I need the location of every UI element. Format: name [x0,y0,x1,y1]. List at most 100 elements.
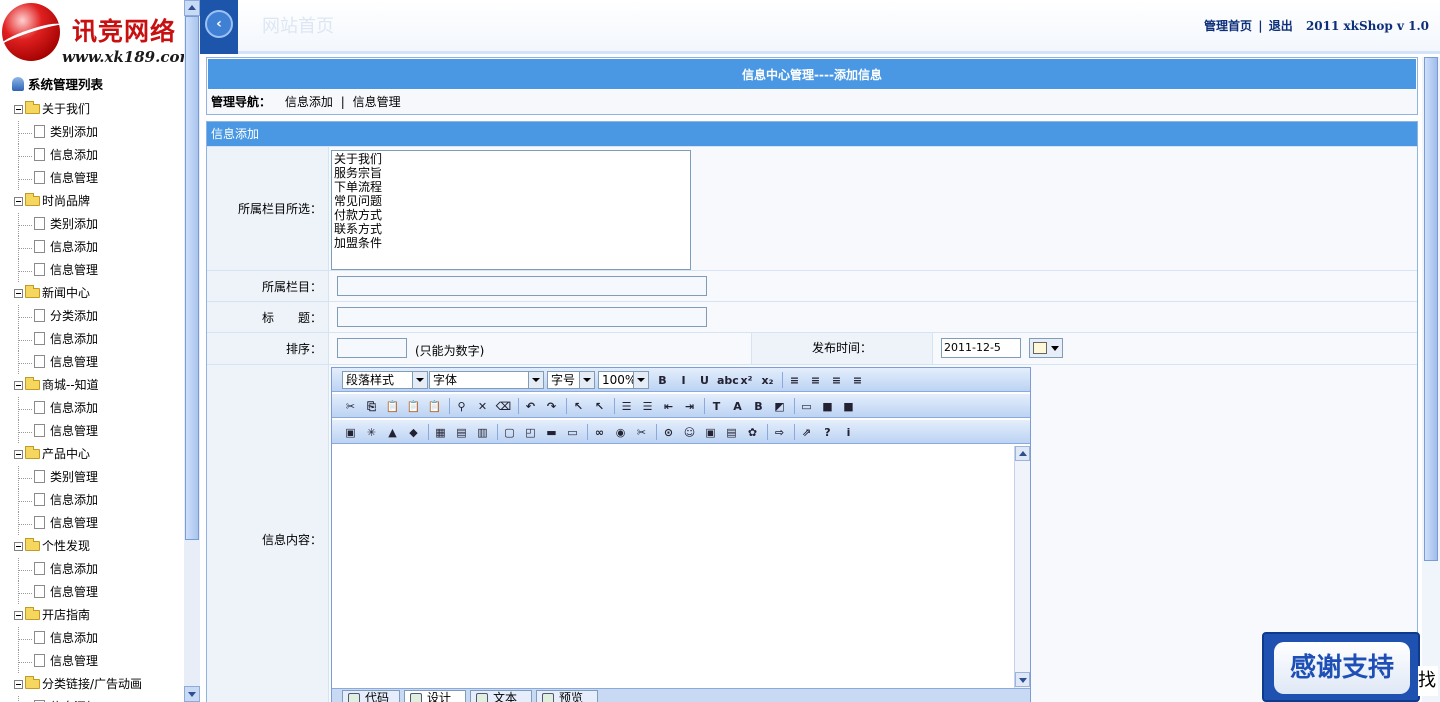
tree-item[interactable]: 信息管理 [0,650,184,673]
editor-tab[interactable]: 文本 [470,690,532,702]
left-scrollbar[interactable] [184,0,200,702]
category-option[interactable]: 下单流程 [334,180,688,194]
bold-color-icon[interactable]: B [750,398,767,415]
justify-icon[interactable]: ≡ [849,372,866,389]
main-scroll-thumb[interactable] [1424,57,1438,561]
editor-scrollbar[interactable] [1014,446,1030,688]
table-icon[interactable]: ▦ [432,424,449,441]
align-center-icon[interactable]: ≡ [807,372,824,389]
tree-item[interactable]: 信息添加 [0,328,184,351]
link-icon[interactable]: ∞ [591,424,608,441]
category-option[interactable]: 常见问题 [334,194,688,208]
outdent-icon[interactable]: ⇤ [660,398,677,415]
tree-folder[interactable]: 分类链接/广告动画 [0,673,184,696]
category-option[interactable]: 加盟条件 [334,236,688,250]
scroll-up-button[interactable] [184,0,200,16]
select-icon[interactable]: ↖ [570,398,587,415]
collapse-icon[interactable] [14,611,23,620]
undo-icon[interactable]: ↶ [522,398,539,415]
editor-tab[interactable]: 预览 [536,690,598,702]
upload-icon[interactable]: ◆ [405,424,422,441]
web-icon[interactable]: ◉ [612,424,629,441]
emoticon-icon[interactable]: ☺ [681,424,698,441]
align-right-icon[interactable]: ≡ [828,372,845,389]
collapse-icon[interactable] [14,381,23,390]
tree-item[interactable]: 信息添加 [0,696,184,702]
eraser-icon[interactable]: ⌫ [495,398,512,415]
frame-page-icon[interactable]: ◰ [522,424,539,441]
title-input[interactable] [337,307,707,327]
tree-item[interactable]: 信息管理 [0,420,184,443]
fill-orange-icon[interactable]: ■ [840,398,857,415]
cut-icon[interactable]: ✂ [342,398,359,415]
font-size-select[interactable]: 字号 [547,371,595,389]
background-color-icon[interactable]: A [729,398,746,415]
page-break-icon[interactable]: ⇨ [771,424,788,441]
collapse-icon[interactable] [14,197,23,206]
table-cell-icon[interactable]: ▥ [474,424,491,441]
tree-item[interactable]: 信息管理 [0,259,184,282]
tree-folder[interactable]: 个性发现 [0,535,184,558]
paste-text-icon[interactable]: 📋 [405,398,422,415]
collapse-icon[interactable] [14,105,23,114]
tree-item[interactable]: 信息添加 [0,627,184,650]
tree-item[interactable]: 信息管理 [0,581,184,604]
strikethrough-icon[interactable]: abc [717,372,739,389]
underline-icon[interactable]: U [696,372,713,389]
unordered-list-icon[interactable]: ☰ [639,398,656,415]
italic-icon[interactable]: I [675,372,692,389]
logout-link[interactable]: 退出 [1269,19,1293,33]
main-scrollbar[interactable] [1422,57,1440,702]
subscript-icon[interactable]: x₂ [759,372,776,389]
collapse-icon[interactable] [14,680,23,689]
collapse-icon[interactable] [14,450,23,459]
tree-folder[interactable]: 商城--知道 [0,374,184,397]
site-home-link[interactable]: 网站首页 [262,12,334,38]
excel-icon[interactable]: ▣ [702,424,719,441]
align-left-icon[interactable]: ≡ [786,372,803,389]
editor-scroll-up[interactable] [1015,446,1030,461]
delete-icon[interactable]: ✕ [474,398,491,415]
category-option[interactable]: 付款方式 [334,208,688,222]
paragraph-style-select[interactable]: 段落样式 [342,371,428,389]
zoom-select[interactable]: 100% [598,371,649,389]
image-icon[interactable]: ▣ [342,424,359,441]
collapse-icon[interactable] [14,289,23,298]
symbol-icon[interactable]: ▤ [723,424,740,441]
media-icon[interactable]: ▲ [384,424,401,441]
tree-item[interactable]: 分类添加 [0,305,184,328]
table-row-icon[interactable]: ▤ [453,424,470,441]
collapse-menu-button[interactable]: ‹ [200,0,238,54]
highlight-icon[interactable]: ◩ [771,398,788,415]
admin-home-link[interactable]: 管理首页 [1204,19,1252,33]
tree-item[interactable]: 类别添加 [0,213,184,236]
tree-item[interactable]: 信息添加 [0,236,184,259]
tree-folder[interactable]: 关于我们 [0,98,184,121]
editor-scroll-down[interactable] [1015,672,1030,687]
editor-tab[interactable]: 设计 [404,690,466,702]
font-select[interactable]: 字体 [429,371,544,389]
category-option[interactable]: 联系方式 [334,222,688,236]
fill-yellow-icon[interactable]: ■ [819,398,836,415]
unlink-icon[interactable]: ✂ [633,424,650,441]
sort-input[interactable] [337,338,407,358]
indent-icon[interactable]: ⇥ [681,398,698,415]
find-icon[interactable]: ⚲ [453,398,470,415]
redo-icon[interactable]: ↷ [543,398,560,415]
tree-item[interactable]: 信息添加 [0,489,184,512]
tree-item[interactable]: 信息添加 [0,397,184,420]
tree-item[interactable]: 信息添加 [0,144,184,167]
frame-icon[interactable]: ▭ [798,398,815,415]
tree-item[interactable]: 信息管理 [0,512,184,535]
category-listbox[interactable]: 关于我们 服务宗旨 下单流程 常见问题 付款方式 联系方式 加盟条件 [331,150,691,270]
publish-date-input[interactable]: 2011-12-5 [941,338,1021,358]
flash-icon[interactable]: ✳ [363,424,380,441]
special-icon[interactable]: ✿ [744,424,761,441]
horizontal-rule-icon[interactable]: ▬ [543,424,560,441]
nav-link-manage[interactable]: 信息管理 [353,95,401,109]
scroll-down-button[interactable] [184,686,200,702]
category-input[interactable] [337,276,707,296]
paste-word-icon[interactable]: 📋 [426,398,443,415]
calendar-button[interactable] [1029,338,1063,358]
thanks-badge[interactable]: 感谢支持 找 [1262,632,1438,702]
